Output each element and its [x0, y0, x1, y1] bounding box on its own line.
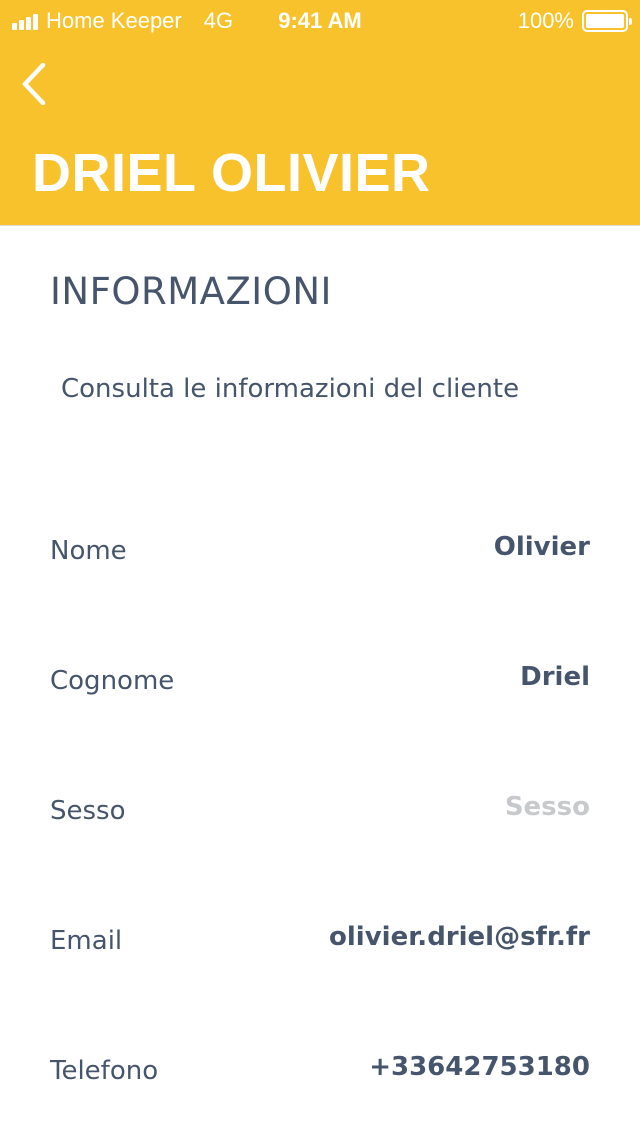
field-row-cognome: Cognome Driel: [50, 662, 590, 716]
field-value-email[interactable]: olivier.driel@sfr.fr: [329, 922, 590, 952]
status-bar: Home Keeper 4G 9:41 AM 100%: [0, 0, 640, 40]
field-value-sesso[interactable]: Sesso: [505, 792, 590, 822]
battery-level: [586, 14, 624, 28]
field-label: Email: [50, 926, 123, 956]
status-right: 100%: [517, 8, 632, 34]
field-value-telefono[interactable]: +33642753180: [369, 1052, 590, 1082]
field-value-nome[interactable]: Olivier: [494, 532, 590, 562]
field-label: Nome: [50, 536, 127, 566]
chevron-left-icon: [22, 62, 46, 106]
field-label: Telefono: [50, 1056, 159, 1086]
field-row-email: Email olivier.driel@sfr.fr: [50, 922, 590, 976]
section-title: INFORMAZIONI: [50, 270, 332, 313]
battery-icon: [582, 10, 632, 32]
field-row-telefono: Telefono +33642753180: [50, 1052, 590, 1106]
page-title: DRIEL OLIVIER: [32, 143, 431, 203]
section-subtitle: Consulta le informazioni del cliente: [61, 374, 520, 404]
field-value-cognome[interactable]: Driel: [520, 662, 590, 692]
field-label: Cognome: [50, 666, 175, 696]
battery-percentage: 100%: [517, 8, 574, 33]
header-bar: Home Keeper 4G 9:41 AM 100% DRIEL OLIVIE…: [0, 0, 640, 226]
field-row-nome: Nome Olivier: [50, 532, 590, 586]
back-button[interactable]: [14, 60, 54, 108]
field-label: Sesso: [50, 796, 126, 826]
field-row-sesso: Sesso Sesso: [50, 792, 590, 846]
